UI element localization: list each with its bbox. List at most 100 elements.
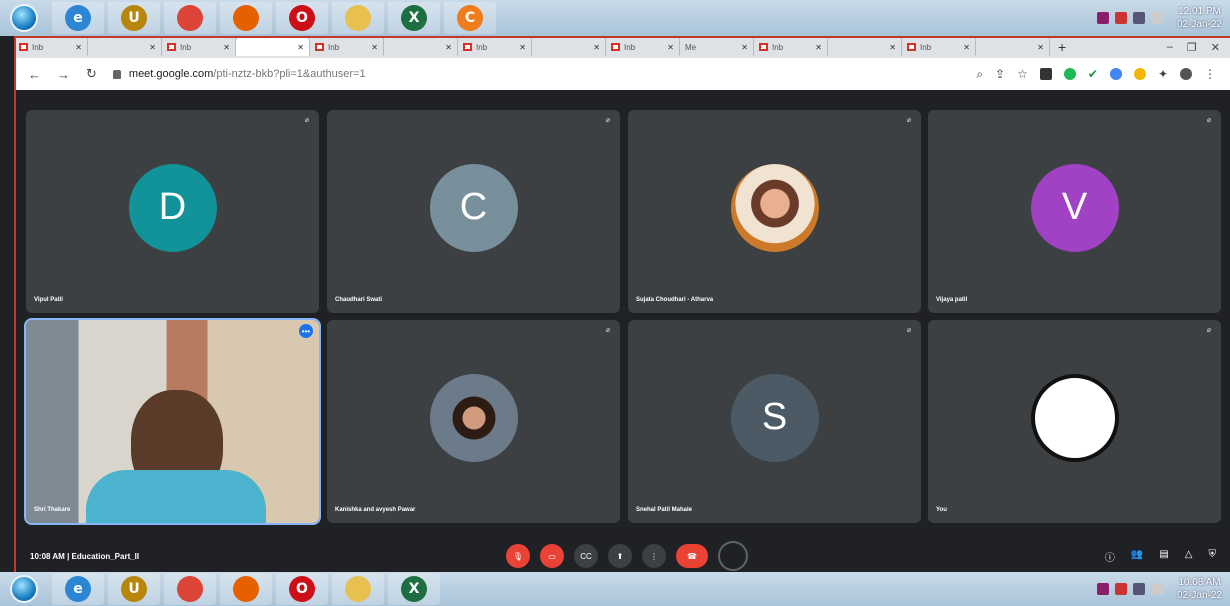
browser-tab[interactable]: ✕ <box>30 38 1050 134</box>
browser-tab[interactable]: ✕ <box>30 38 458 134</box>
close-window-icon[interactable]: ✕ <box>1211 41 1220 54</box>
new-tab-button[interactable]: + <box>1058 39 1066 55</box>
camera-off-icon[interactable]: ▭ <box>540 544 564 568</box>
browser-tab[interactable]: Inb ✕ <box>458 38 532 56</box>
leave-call-icon[interactable]: ☎ <box>676 544 708 568</box>
taskbar-app-button[interactable] <box>220 2 272 34</box>
tile-options-icon[interactable]: ••• <box>299 324 313 338</box>
forward-icon[interactable]: → <box>57 67 70 82</box>
extensions-puzzle-icon[interactable]: ✦ <box>1158 67 1168 81</box>
participant-tile[interactable]: V ⌀ Vijaya patil <box>928 110 1221 313</box>
menu-kebab-icon[interactable]: ⋮ <box>1204 67 1216 81</box>
browser-tab[interactable]: Inb ✕ <box>310 38 384 56</box>
extension-blue-icon[interactable] <box>1109 68 1122 80</box>
taskbar-app-button[interactable]: O <box>276 573 328 605</box>
activities-icon[interactable]: △ <box>1185 549 1193 564</box>
captions-icon[interactable]: CC <box>574 544 598 568</box>
chat-icon[interactable]: ▤ <box>1159 549 1168 564</box>
taskbar-app-button[interactable] <box>332 573 384 605</box>
browser-tab[interactable]: ✕ <box>30 38 606 134</box>
tab-close-icon[interactable]: ✕ <box>223 43 230 52</box>
activity-ring-icon[interactable] <box>718 541 748 571</box>
share-icon[interactable]: ⇪ <box>995 67 1005 81</box>
lock-icon[interactable] <box>112 69 121 79</box>
participant-tile[interactable]: ••• Shri Thakare <box>24 318 321 525</box>
network-icon[interactable] <box>1132 583 1145 595</box>
tab-close-icon[interactable]: ✕ <box>667 43 674 52</box>
tab-close-icon[interactable]: ✕ <box>1037 43 1044 52</box>
participant-tile[interactable]: D ⌀ Vipul Patil <box>26 110 319 313</box>
taskbar-app-button[interactable] <box>332 2 384 34</box>
browser-tab[interactable]: Inb ✕ <box>606 38 680 56</box>
browser-tab[interactable]: Inb ✕ <box>902 38 976 56</box>
profile-avatar[interactable] <box>1180 68 1192 80</box>
tab-label: Inb <box>920 42 932 52</box>
restore-icon[interactable]: ❐ <box>1187 41 1197 54</box>
mic-off-icon[interactable]: 🎙 <box>506 544 530 568</box>
extension-check-icon[interactable]: ✔ <box>1088 67 1098 81</box>
taskbar-app-button[interactable]: e <box>52 573 104 605</box>
taskbar-clock-bottom[interactable]: 10:08 AM 02-Jan-22 <box>1177 576 1222 602</box>
extension-green-icon[interactable] <box>1063 68 1076 80</box>
present-screen-icon[interactable]: ⬆ <box>608 544 632 568</box>
taskbar-app-button[interactable]: X <box>388 573 440 605</box>
taskbar-app-button[interactable]: U <box>108 573 160 605</box>
meeting-details-icon[interactable]: ⓘ <box>1105 549 1115 564</box>
tray-app-icon[interactable] <box>1096 583 1109 595</box>
address-bar[interactable]: meet.google.com/pti-nztz-bkb?pli=1&authu… <box>112 68 893 80</box>
volume-icon[interactable] <box>1150 12 1163 24</box>
reload-icon[interactable]: ↻ <box>86 66 97 82</box>
host-controls-icon[interactable]: ⛨ <box>1209 549 1217 564</box>
participant-tile[interactable]: ⌀ Kanishka and avyesh Pawar <box>327 320 620 523</box>
taskbar-app-button[interactable] <box>164 573 216 605</box>
tab-close-icon[interactable]: ✕ <box>75 43 82 52</box>
taskbar-app-button[interactable]: e <box>52 2 104 34</box>
participant-tile[interactable]: ⌀ You <box>928 320 1221 523</box>
tab-close-icon[interactable]: ✕ <box>519 43 526 52</box>
taskbar-app-button[interactable]: O <box>276 2 328 34</box>
excel-icon: X <box>401 576 427 602</box>
taskbar-app-button[interactable] <box>220 573 272 605</box>
minimize-icon[interactable]: – <box>1167 41 1173 54</box>
tab-close-icon[interactable]: ✕ <box>889 43 896 52</box>
browser-tab[interactable]: Inb ✕ <box>754 38 828 56</box>
browser-tab[interactable]: Inb ✕ <box>162 38 236 56</box>
tab-close-icon[interactable]: ✕ <box>297 43 304 52</box>
browser-tab[interactable]: ✕ <box>30 38 310 134</box>
tray-app-icon[interactable] <box>1096 12 1109 24</box>
tray-flag-icon[interactable] <box>1114 583 1127 595</box>
tray-flag-icon[interactable] <box>1114 12 1127 24</box>
more-options-icon[interactable]: ⋮ <box>642 544 666 568</box>
participant-name: Vipul Patil <box>34 297 63 303</box>
taskbar-app-button[interactable]: C <box>444 2 496 34</box>
network-icon[interactable] <box>1132 12 1145 24</box>
participant-tile[interactable]: S ⌀ Snehal Patil Mahale <box>628 320 921 523</box>
bookmark-star-icon[interactable]: ☆ <box>1017 67 1028 81</box>
participant-tile[interactable]: C ⌀ Chaudhari Swati <box>327 110 620 313</box>
tab-close-icon[interactable]: ✕ <box>815 43 822 52</box>
tab-close-icon[interactable]: ✕ <box>741 43 748 52</box>
browser-tab[interactable]: Me ✕ <box>30 38 754 134</box>
participant-tile[interactable]: ⌀ Sujata Choudhari - Atharva <box>628 110 921 313</box>
browser-tab[interactable]: Inb ✕ <box>14 38 88 56</box>
taskbar-app-button[interactable]: U <box>108 2 160 34</box>
browser-tab[interactable]: ✕ <box>30 38 902 134</box>
windows-start-button-bottom[interactable] <box>10 575 38 603</box>
extension-grid-icon[interactable] <box>1039 68 1052 80</box>
browser-tab[interactable]: ✕ <box>30 38 162 134</box>
extension-yellow-icon[interactable] <box>1133 68 1146 80</box>
taskbar-clock[interactable]: 12:01 PM 02-Jan-22 <box>1177 5 1222 31</box>
taskbar-app-button[interactable]: X <box>388 2 440 34</box>
taskbar-app-button[interactable] <box>164 2 216 34</box>
tab-close-icon[interactable]: ✕ <box>445 43 452 52</box>
tab-close-icon[interactable]: ✕ <box>371 43 378 52</box>
windows-start-button[interactable] <box>10 4 38 32</box>
participant-name: Chaudhari Swati <box>335 297 383 303</box>
volume-icon[interactable] <box>1150 583 1163 595</box>
people-icon[interactable]: 👥 <box>1131 549 1143 564</box>
tab-close-icon[interactable]: ✕ <box>593 43 600 52</box>
tab-close-icon[interactable]: ✕ <box>963 43 970 52</box>
tab-close-icon[interactable]: ✕ <box>149 43 156 52</box>
zoom-icon[interactable]: ⌕ <box>976 67 983 82</box>
back-icon[interactable]: ← <box>28 67 41 82</box>
